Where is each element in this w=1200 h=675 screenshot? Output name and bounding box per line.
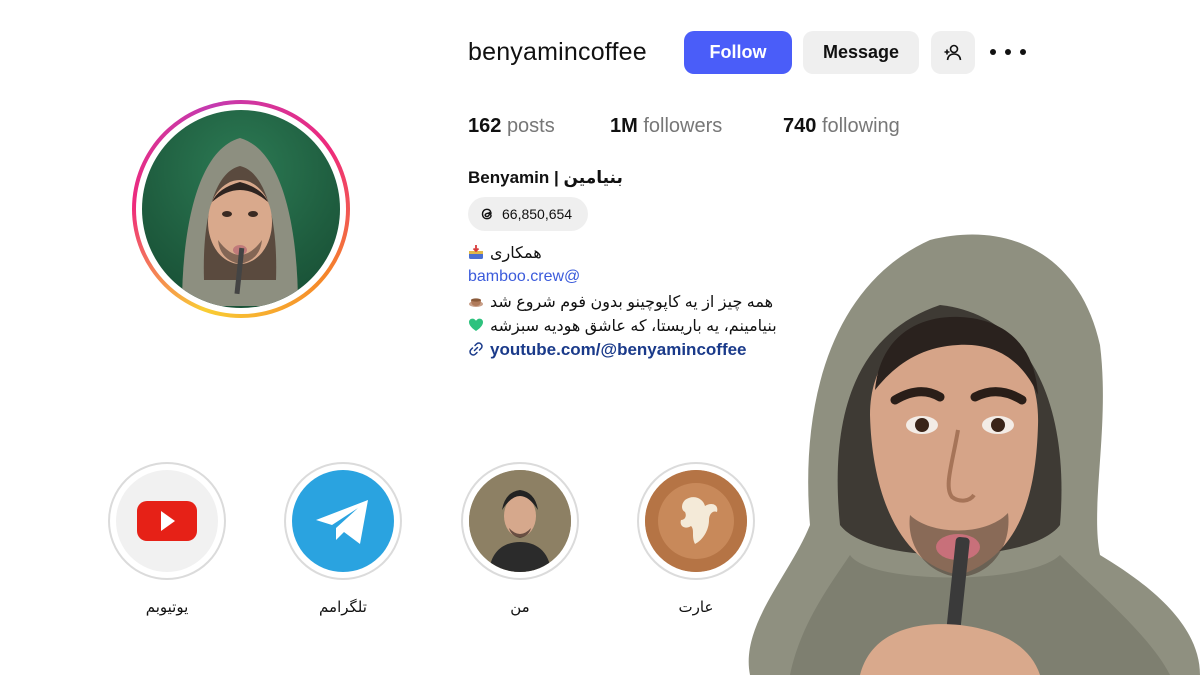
- follow-button[interactable]: Follow: [684, 31, 792, 74]
- portrait-thumbnail: [469, 470, 571, 572]
- highlight-label: من: [510, 599, 530, 616]
- inbox-icon: [469, 245, 483, 259]
- highlight-telegram[interactable]: تلگرامم: [284, 462, 402, 616]
- youtube-icon: [137, 501, 197, 541]
- message-button[interactable]: Message: [803, 31, 919, 74]
- threads-badge[interactable]: 66,850,654: [468, 197, 588, 231]
- green-heart-icon: [469, 318, 483, 331]
- avatar-photo: [142, 110, 340, 308]
- threads-count: 66,850,654: [502, 206, 573, 222]
- bio-line-cappuccino: همه چیز از یه کاپوچینو بدون فوم شروع شد: [468, 292, 773, 312]
- profile-username: benyamincoffee: [468, 38, 647, 66]
- creator-portrait-overlay: [730, 225, 1200, 675]
- profile-fullname: Benyamin | بنیامین: [468, 168, 623, 187]
- profile-avatar[interactable]: [132, 100, 350, 318]
- highlight-label: یوتیوبم: [145, 599, 189, 616]
- highlight-youtube[interactable]: یوتیوبم: [108, 462, 226, 616]
- highlight-me[interactable]: من: [461, 462, 579, 616]
- highlight-label: تلگرامم: [319, 599, 367, 616]
- followers-stat[interactable]: 1M followers: [610, 115, 722, 138]
- bio-handle-link[interactable]: bamboo.crew@: [468, 268, 580, 286]
- bio-line-collab: همکاری: [468, 243, 542, 263]
- coffee-icon: [469, 298, 483, 307]
- link-icon: [469, 342, 483, 356]
- bio-external-link[interactable]: youtube.com/@benyamincoffee: [468, 340, 747, 360]
- suggested-users-button[interactable]: [931, 31, 975, 74]
- add-user-icon: [944, 44, 962, 60]
- following-stat[interactable]: 740 following: [783, 115, 900, 138]
- more-options-icon[interactable]: [990, 42, 1026, 62]
- threads-icon: [481, 208, 492, 220]
- posts-stat: 162 posts: [468, 115, 555, 137]
- telegram-icon: [316, 500, 368, 544]
